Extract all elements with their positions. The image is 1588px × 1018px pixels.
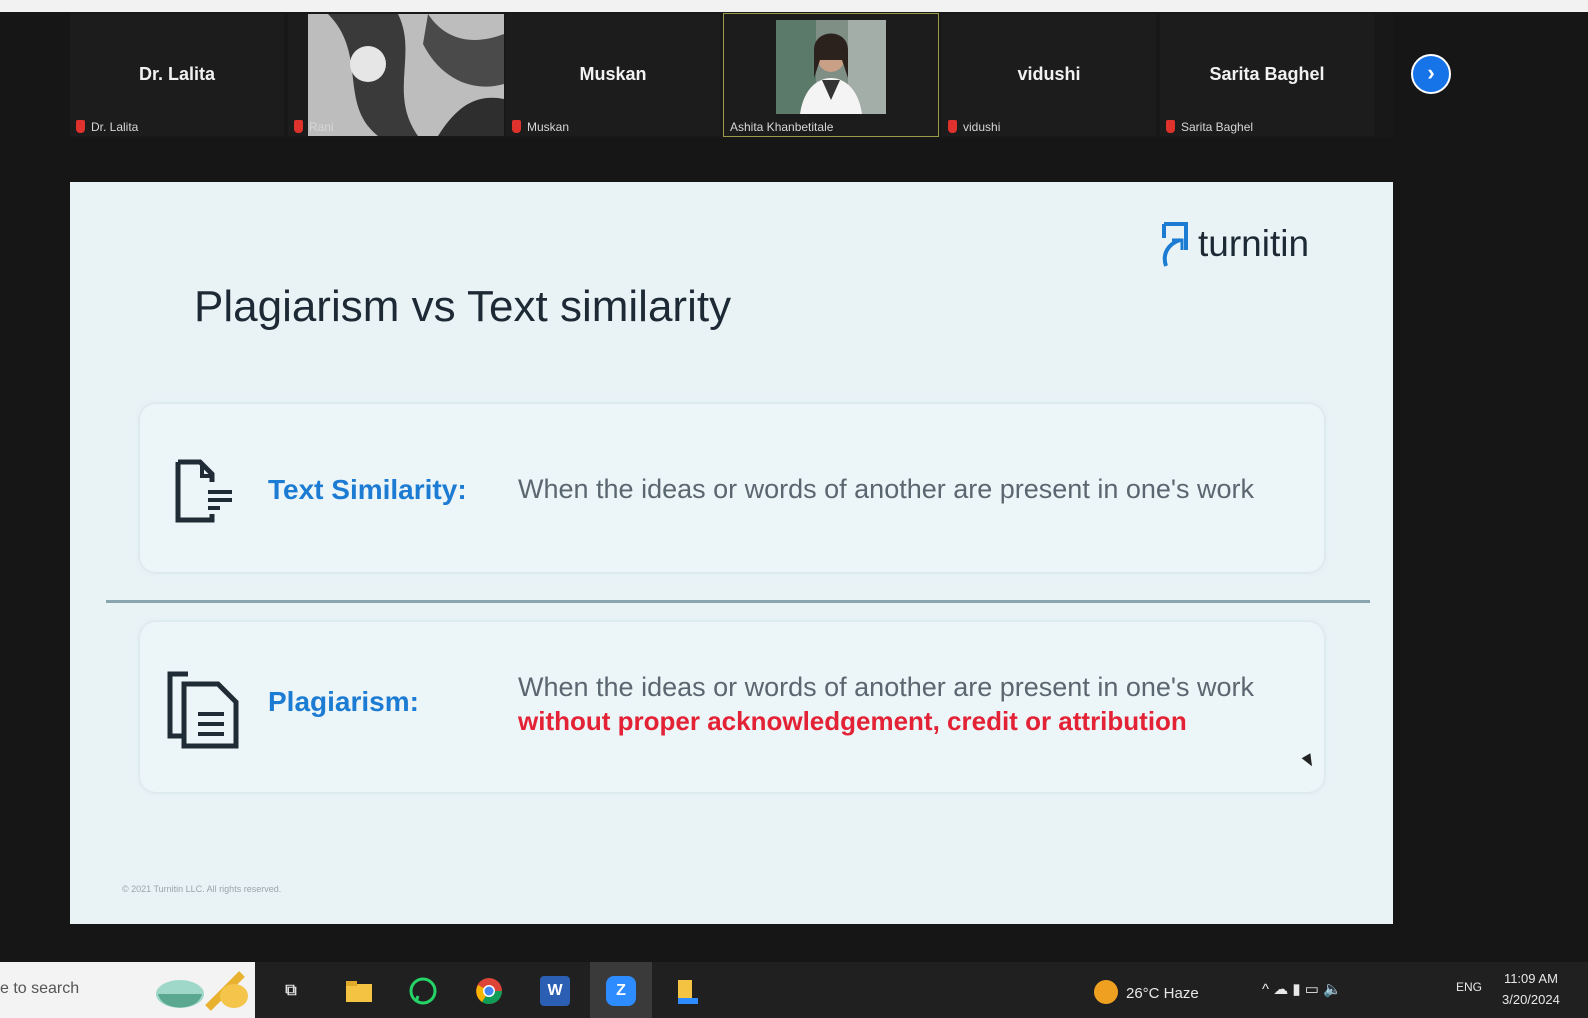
active-speaker-tile[interactable]: Ashita Khanbetitale bbox=[723, 13, 939, 137]
slide-title: Plagiarism vs Text similarity bbox=[194, 282, 732, 331]
text-similarity-definition: When the ideas or words of another are p… bbox=[518, 474, 1255, 504]
weather-widget[interactable]: 26°C Haze bbox=[1094, 980, 1199, 1004]
search-placeholder: e to search bbox=[0, 980, 80, 997]
divider bbox=[106, 600, 1370, 603]
windows-taskbar: e to search ⧉ W Z 26°C Haze ^ ☁ ▮ ▭ 🔈 EN… bbox=[0, 962, 1588, 1018]
taskbar-clock[interactable]: 11:09 AM 3/20/2024 bbox=[1502, 968, 1560, 1010]
participant-label: Sarita Baghel bbox=[1166, 120, 1253, 134]
participant-tile[interactable]: vidushi vidushi bbox=[942, 14, 1156, 136]
plagiarism-definition: When the ideas or words of another are p… bbox=[518, 672, 1255, 702]
participant-label: Ashita Khanbetitale bbox=[730, 120, 834, 134]
task-view-icon[interactable]: ⧉ bbox=[276, 976, 306, 1006]
zoom-icon[interactable]: Z bbox=[606, 976, 636, 1006]
participant-label: vidushi bbox=[948, 120, 1000, 134]
text-similarity-term: Text Similarity: bbox=[268, 474, 467, 505]
turnitin-logo: turnitin bbox=[1158, 220, 1309, 268]
window-title-strip bbox=[0, 0, 1588, 12]
participant-label: Muskan bbox=[512, 120, 569, 134]
clock-time: 11:09 AM bbox=[1503, 971, 1558, 986]
document-icon bbox=[175, 459, 232, 523]
plagiarism-emphasis: without proper acknowledgement, credit o… bbox=[518, 706, 1187, 736]
taskbar-search-box[interactable]: e to search bbox=[0, 962, 255, 1018]
chrome-icon[interactable] bbox=[474, 976, 504, 1006]
turnitin-wordmark: turnitin bbox=[1198, 223, 1310, 264]
mic-muted-icon bbox=[512, 120, 521, 133]
participant-label: Dr. Lalita bbox=[76, 120, 138, 134]
copyright-notice: © 2021 Turnitin LLC. All rights reserved… bbox=[122, 884, 282, 894]
clock-date: 3/20/2024 bbox=[1502, 992, 1560, 1007]
text-similarity-card: Text Similarity: When the ideas or words… bbox=[140, 404, 1324, 572]
participant-tile[interactable]: Sarita Baghel Sarita Baghel bbox=[1160, 14, 1374, 136]
chevron-right-icon: › bbox=[1427, 60, 1435, 85]
app-icon[interactable] bbox=[672, 976, 702, 1006]
plagiarism-card: Plagiarism: When the ideas or words of a… bbox=[140, 622, 1324, 792]
participant-name: Dr. Lalita bbox=[138, 64, 216, 84]
whatsapp-icon[interactable] bbox=[408, 976, 438, 1006]
mic-muted-icon bbox=[294, 120, 303, 133]
word-icon[interactable]: W bbox=[540, 976, 570, 1006]
participant-video bbox=[308, 14, 504, 136]
participant-name: vidushi bbox=[1017, 64, 1081, 84]
mic-muted-icon bbox=[948, 120, 957, 133]
weather-sun-icon bbox=[1094, 980, 1118, 1004]
participant-gallery: Dr. Lalita Dr. Lalita Rani Muskan Muskan bbox=[70, 12, 1393, 138]
search-highlight-illustration-icon bbox=[156, 971, 248, 1011]
mic-muted-icon bbox=[76, 120, 85, 133]
copy-documents-icon bbox=[167, 671, 239, 749]
file-explorer-icon[interactable] bbox=[344, 976, 374, 1006]
shared-screen-slide: turnitin Plagiarism vs Text similarity T… bbox=[70, 182, 1393, 924]
system-tray-icons[interactable]: ^ ☁ ▮ ▭ 🔈 bbox=[1262, 980, 1342, 998]
mic-muted-icon bbox=[1166, 120, 1175, 133]
participant-tile[interactable]: Rani bbox=[288, 14, 504, 136]
participant-video bbox=[776, 20, 886, 114]
participant-name: Muskan bbox=[579, 64, 647, 84]
participant-tile[interactable]: Muskan Muskan bbox=[506, 14, 720, 136]
gallery-next-button[interactable]: › bbox=[1411, 54, 1451, 94]
participant-label: Rani bbox=[294, 120, 334, 134]
plagiarism-term: Plagiarism: bbox=[268, 686, 419, 717]
language-indicator[interactable]: ENG bbox=[1456, 980, 1482, 994]
participant-name: Sarita Baghel bbox=[1209, 64, 1325, 84]
participant-tile[interactable]: Dr. Lalita Dr. Lalita bbox=[70, 14, 284, 136]
turnitin-logo-icon bbox=[1162, 222, 1188, 267]
